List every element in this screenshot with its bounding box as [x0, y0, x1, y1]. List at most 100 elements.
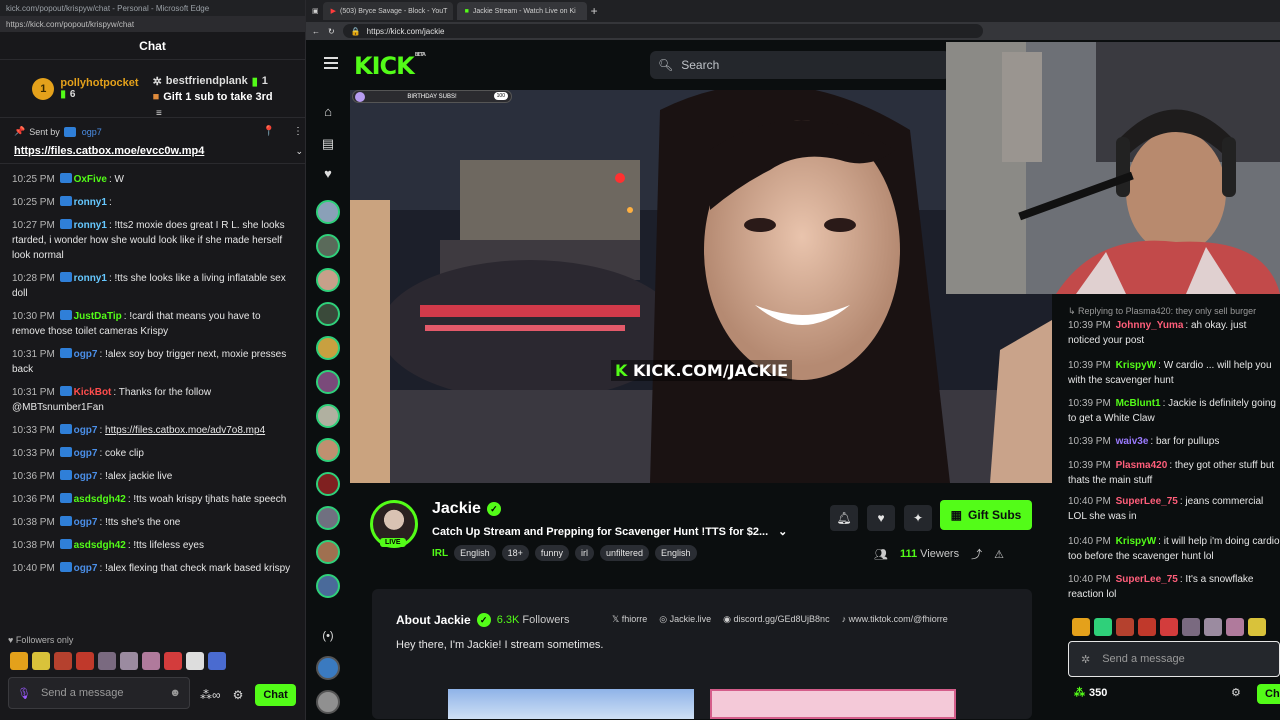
new-tab-icon[interactable]: +	[591, 4, 598, 18]
clip-button[interactable]: ✦	[904, 505, 932, 531]
message-username[interactable]: KickBot	[74, 387, 112, 398]
tab-youtube[interactable]: ▶ (503) Bryce Savage - Block - YouT	[322, 2, 453, 20]
message-username[interactable]: KrispyW	[1116, 536, 1157, 547]
gear-icon[interactable]: ⚙	[1231, 686, 1241, 699]
social-link-discord[interactable]: ◉ discord.gg/GEd8UjB8nc	[723, 614, 829, 625]
message-username[interactable]: JustDaTip	[74, 311, 122, 322]
emote[interactable]	[1116, 618, 1134, 636]
recommended-icon[interactable]: (•)	[320, 630, 336, 646]
social-link-instagram[interactable]: ◎ Jackie.live	[659, 614, 711, 625]
emote[interactable]	[1094, 618, 1112, 636]
sidebar-channel-avatar[interactable]	[316, 540, 340, 564]
sidebar-channel-avatar[interactable]	[316, 336, 340, 360]
tab-kick[interactable]: ■ Jackie Stream - Watch Live on Ki	[456, 2, 587, 20]
message-username[interactable]: Johnny_Yuma	[1116, 320, 1184, 331]
sidebar-channel-avatar[interactable]	[316, 234, 340, 258]
notification-bell-button[interactable]: 🔔︎	[830, 505, 858, 531]
channel-points[interactable]: ⁂ 350	[1074, 686, 1107, 700]
message-username[interactable]: OxFive	[74, 174, 107, 185]
message-username[interactable]: ronny1	[74, 220, 107, 231]
send-chat-button[interactable]: Chat	[255, 684, 296, 706]
emote[interactable]	[1248, 618, 1266, 636]
message-username[interactable]: McBlunt1	[1116, 398, 1161, 409]
sidebar-channel-avatar[interactable]	[316, 506, 340, 530]
url-field[interactable]: 🔒 https://kick.com/jackie	[342, 24, 983, 38]
about-panel-image[interactable]	[710, 689, 956, 719]
share-icon[interactable]: ⤴	[971, 546, 982, 562]
emote[interactable]	[142, 652, 160, 670]
stream-chat-send-button[interactable]: Chat	[1257, 684, 1280, 704]
reload-icon[interactable]: ↻	[328, 27, 335, 36]
emote[interactable]	[10, 652, 28, 670]
emote[interactable]	[1072, 618, 1090, 636]
emote[interactable]	[164, 652, 182, 670]
sidebar-channel-avatar[interactable]	[316, 690, 340, 714]
following-heart-icon[interactable]: ♥	[320, 166, 336, 182]
emote[interactable]	[1204, 618, 1222, 636]
stream-tag[interactable]: unfiltered	[599, 545, 649, 561]
streamer-name[interactable]: Jackie	[432, 500, 481, 518]
message-text[interactable]: https://files.catbox.moe/adv7o8.mp4	[105, 425, 265, 436]
message-username[interactable]: ogp7	[74, 517, 98, 528]
browse-icon[interactable]: ▤	[320, 136, 336, 152]
emote-picker-icon[interactable]: ✲	[1081, 653, 1090, 666]
message-username[interactable]: ogp7	[74, 448, 98, 459]
more-options-icon[interactable]: ⋮	[293, 126, 303, 137]
emoji-icon[interactable]: ☻	[169, 687, 181, 699]
search-input[interactable]: 🔍︎ Search	[650, 51, 950, 79]
emote[interactable]	[54, 652, 72, 670]
pinned-link[interactable]: https://files.catbox.moe/evcc0w.mp4	[14, 145, 291, 157]
kick-logo[interactable]: KICKBETA	[354, 52, 426, 80]
social-link-x[interactable]: 𝕏 fhiorre	[612, 614, 647, 625]
emote[interactable]	[1226, 618, 1244, 636]
stream-tag[interactable]: irl	[574, 545, 594, 561]
emote[interactable]	[98, 652, 116, 670]
chevron-down-icon[interactable]: ⌄	[295, 146, 303, 157]
emote[interactable]	[1138, 618, 1156, 636]
message-username[interactable]: waiv3e	[1116, 436, 1149, 447]
stream-tag[interactable]: English	[654, 545, 697, 561]
chevron-down-icon[interactable]: ⌄	[778, 525, 787, 538]
message-username[interactable]: ogp7	[74, 563, 98, 574]
stream-tag[interactable]: 18+	[501, 545, 529, 561]
message-username[interactable]: asdsdgh42	[74, 494, 126, 505]
emote[interactable]	[120, 652, 138, 670]
emote[interactable]	[186, 652, 204, 670]
unpin-icon[interactable]: 📍	[263, 126, 275, 137]
sub-goal-bar[interactable]: BIRTHDAY SUBS! 100	[352, 90, 512, 103]
message-username[interactable]: ronny1	[74, 273, 107, 284]
sidebar-channel-avatar[interactable]	[316, 268, 340, 292]
message-username[interactable]: ogp7	[74, 425, 98, 436]
report-icon[interactable]: ⚠	[994, 548, 1004, 561]
stream-chat-input[interactable]: ✲ Send a message	[1068, 641, 1280, 677]
sidebar-toggle-icon[interactable]: ▣	[312, 7, 319, 15]
menu-icon[interactable]	[324, 57, 338, 69]
stream-tag[interactable]: funny	[534, 545, 569, 561]
message-username[interactable]: SuperLee_75	[1116, 496, 1178, 507]
leader-entry-1[interactable]: 1 pollyhotpocket ▮ 6	[32, 77, 139, 100]
gear-icon[interactable]: ⚙	[233, 688, 244, 702]
points-icon[interactable]: ⁂∞	[200, 688, 221, 702]
sidebar-channel-avatar[interactable]	[316, 656, 340, 680]
leader-entry-2[interactable]: ✲ bestfriendplank ▮ 1 ■ Gift 1 sub to ta…	[153, 75, 273, 103]
message-username[interactable]: ogp7	[74, 349, 98, 360]
pinned-sender[interactable]: ogp7	[82, 127, 102, 137]
emote[interactable]	[1182, 618, 1200, 636]
sidebar-channel-avatar[interactable]	[316, 302, 340, 326]
home-icon[interactable]: ⌂	[320, 104, 336, 120]
microphone-icon[interactable]: 🎙	[17, 687, 31, 700]
sidebar-channel-avatar[interactable]	[316, 472, 340, 496]
emote[interactable]	[1160, 618, 1178, 636]
emote[interactable]	[32, 652, 50, 670]
sidebar-channel-avatar[interactable]	[316, 370, 340, 394]
back-icon[interactable]: ←	[312, 27, 320, 36]
message-username[interactable]: asdsdgh42	[74, 540, 126, 551]
message-username[interactable]: Plasma420	[1116, 460, 1168, 471]
sidebar-channel-avatar[interactable]	[316, 404, 340, 428]
message-username[interactable]: SuperLee_75	[1116, 574, 1178, 585]
message-username[interactable]: KrispyW	[1116, 360, 1157, 371]
follow-button[interactable]: ♥	[867, 505, 895, 531]
category-link[interactable]: IRL	[432, 548, 448, 559]
emote[interactable]	[76, 652, 94, 670]
message-username[interactable]: ronny1	[74, 197, 107, 208]
